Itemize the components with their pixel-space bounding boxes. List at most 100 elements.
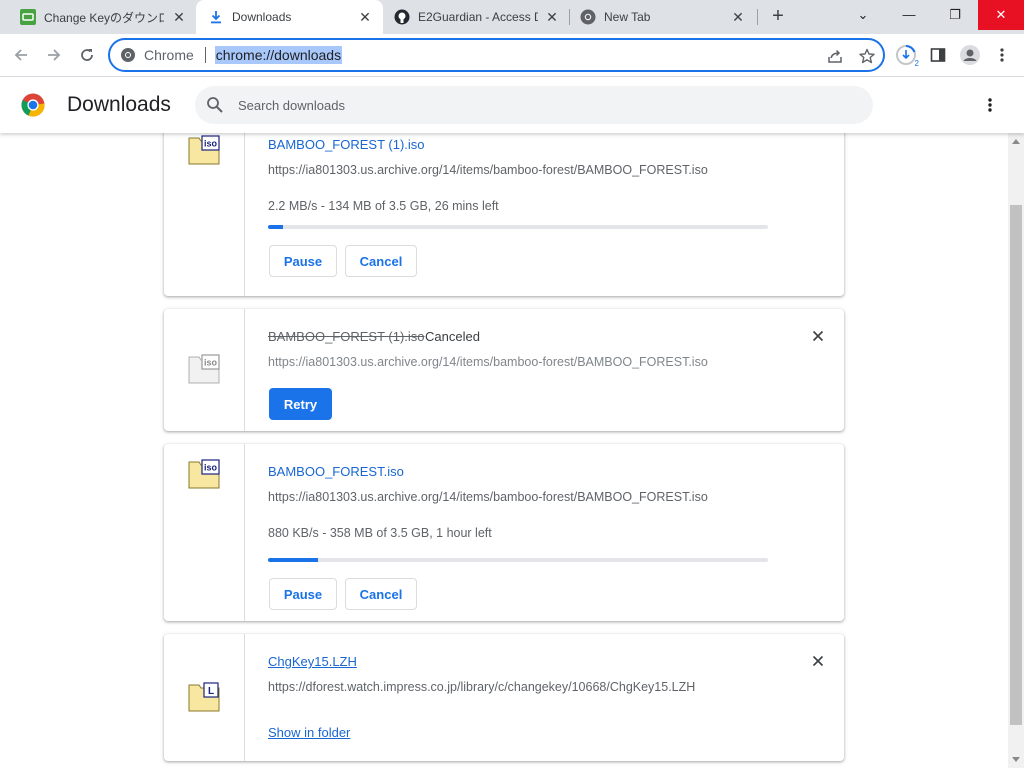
file-source-url[interactable]: https://dforest.watch.impress.co.jp/libr… [268, 680, 695, 694]
downloads-header: Downloads Search downloads [0, 77, 1024, 133]
tab-search-button[interactable]: ⌄ [840, 0, 886, 30]
download-item-completed: L ChgKey15.LZH https://dforest.watch.imp… [164, 634, 844, 761]
download-favicon-icon [208, 9, 224, 25]
lzh-file-icon: L [188, 682, 220, 712]
remove-from-list-button[interactable]: ✕ [808, 326, 828, 346]
change-key-favicon-icon [20, 9, 36, 25]
browser-toolbar: Chrome chrome://downloads 2 [0, 34, 1024, 77]
file-source-url[interactable]: https://ia801303.us.archive.org/14/items… [268, 355, 708, 369]
share-icon[interactable] [826, 47, 844, 65]
close-window-button[interactable]: ✕ [978, 0, 1024, 30]
file-icon-column: iso [164, 309, 245, 431]
file-source-url[interactable]: https://ia801303.us.archive.org/14/items… [268, 163, 708, 177]
tab-downloads[interactable]: Downloads ✕ [196, 0, 383, 34]
chrome-favicon-icon [580, 9, 596, 25]
file-icon-column: iso [164, 133, 245, 296]
remove-from-list-button[interactable]: ✕ [808, 651, 828, 671]
download-progress-text: 880 KB/s - 358 MB of 3.5 GB, 1 hour left [268, 526, 492, 540]
iso-file-icon: iso [188, 459, 220, 489]
cancel-button[interactable]: Cancel [345, 578, 417, 610]
tab-strip: Change Keyのダウンロード ✕ Downloads ✕ E2Guardi… [0, 0, 1024, 34]
chrome-icon [121, 48, 135, 62]
downloads-button[interactable]: 2 [894, 43, 919, 68]
download-count-badge: 2 [914, 59, 919, 68]
search-downloads-field[interactable]: Search downloads [195, 86, 873, 124]
bookmark-star-icon[interactable] [858, 47, 876, 65]
pause-button[interactable]: Pause [269, 578, 337, 610]
side-panel-button[interactable] [926, 43, 950, 67]
progress-bar [268, 558, 768, 562]
file-source-url[interactable]: https://ia801303.us.archive.org/14/items… [268, 490, 708, 504]
file-name-link[interactable]: ChgKey15.LZH [268, 654, 357, 669]
file-type-label: iso [204, 139, 218, 149]
close-tab-icon[interactable]: ✕ [357, 9, 373, 25]
scrollbar-thumb[interactable] [1010, 205, 1022, 725]
file-name-link[interactable]: BAMBOO_FOREST (1).iso [268, 137, 425, 152]
progress-bar [268, 225, 768, 229]
file-type-label: L [208, 686, 214, 697]
new-tab-button[interactable]: + [766, 5, 790, 29]
tab-separator [757, 9, 758, 25]
tab-change-key[interactable]: Change Keyのダウンロード ✕ [0, 0, 195, 34]
arrow-left-icon [14, 49, 27, 61]
file-type-label: iso [204, 463, 218, 473]
arrow-right-icon [48, 49, 61, 61]
side-panel-icon [930, 48, 946, 62]
site-chip[interactable]: Chrome [120, 47, 194, 63]
scroll-down-arrow-icon[interactable] [1012, 757, 1020, 762]
show-in-folder-link[interactable]: Show in folder [268, 725, 350, 740]
site-chip-label: Chrome [144, 47, 194, 63]
back-button[interactable] [8, 42, 34, 68]
download-item-canceled: iso BAMBOO_FOREST (1).iso Canceled https… [164, 309, 844, 431]
chrome-logo-icon [21, 93, 45, 117]
page-scrollbar[interactable] [1008, 133, 1024, 768]
url-text[interactable]: chrome://downloads [214, 46, 343, 64]
download-item: iso BAMBOO_FOREST.iso https://ia801303.u… [164, 444, 844, 621]
file-type-label: iso [204, 358, 218, 368]
page-title: Downloads [67, 93, 171, 116]
more-vert-icon [1000, 48, 1004, 62]
tab-title: Change Keyのダウンロード [44, 10, 164, 25]
reload-icon [81, 49, 93, 61]
github-favicon-icon [394, 9, 410, 25]
address-bar[interactable]: Chrome chrome://downloads [108, 38, 885, 72]
tab-title: New Tab [604, 10, 651, 24]
profile-button[interactable] [958, 43, 982, 67]
cancel-button[interactable]: Cancel [345, 245, 417, 277]
tab-title: Downloads [232, 10, 292, 24]
restore-button[interactable]: ❐ [932, 0, 978, 30]
download-progress-text: 2.2 MB/s - 134 MB of 3.5 GB, 26 mins lef… [268, 199, 499, 213]
tab-title: E2Guardian - Access Denied [418, 10, 538, 24]
file-icon-column: L [164, 634, 245, 761]
close-tab-icon[interactable]: ✕ [544, 9, 560, 25]
retry-button[interactable]: Retry [269, 388, 332, 420]
reload-button[interactable] [74, 42, 100, 68]
tab-new-tab[interactable]: New Tab ✕ [570, 0, 754, 34]
downloads-list: iso BAMBOO_FOREST (1).iso https://ia8013… [0, 133, 1008, 768]
download-item: iso BAMBOO_FOREST (1).iso https://ia8013… [164, 133, 844, 296]
avatar-icon [960, 45, 980, 65]
close-tab-icon[interactable]: ✕ [171, 9, 187, 25]
search-icon [207, 97, 223, 113]
omnibox-divider [204, 47, 206, 63]
tab-e2guardian[interactable]: E2Guardian - Access Denied ✕ [384, 0, 568, 34]
file-icon-column: iso [164, 444, 245, 621]
progress-bar-fill [268, 558, 318, 562]
file-name-link[interactable]: BAMBOO_FOREST.iso [268, 464, 404, 479]
close-icon [812, 655, 824, 667]
scroll-up-arrow-icon[interactable] [1012, 139, 1020, 144]
downloads-menu-button[interactable] [978, 93, 1002, 117]
status-canceled: Canceled [425, 329, 480, 344]
more-vert-icon [988, 98, 992, 112]
minimize-button[interactable]: — [886, 0, 932, 30]
iso-file-icon-disabled: iso [188, 354, 220, 384]
close-tab-icon[interactable]: ✕ [730, 9, 746, 25]
progress-bar-fill [268, 225, 283, 229]
iso-file-icon: iso [188, 135, 220, 165]
file-name: BAMBOO_FOREST (1).iso [268, 329, 425, 344]
pause-button[interactable]: Pause [269, 245, 337, 277]
search-placeholder: Search downloads [238, 98, 345, 113]
close-icon [812, 330, 824, 342]
chrome-menu-button[interactable] [990, 43, 1014, 67]
forward-button[interactable] [41, 42, 67, 68]
